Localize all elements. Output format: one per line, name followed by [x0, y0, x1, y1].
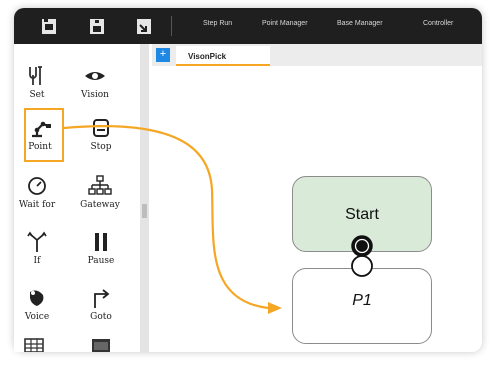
- drag-arrow-head-icon: [268, 302, 282, 314]
- flow-overlay: [63, 125, 373, 314]
- drag-arrow-path: [63, 125, 269, 310]
- input-port-icon[interactable]: [351, 255, 373, 277]
